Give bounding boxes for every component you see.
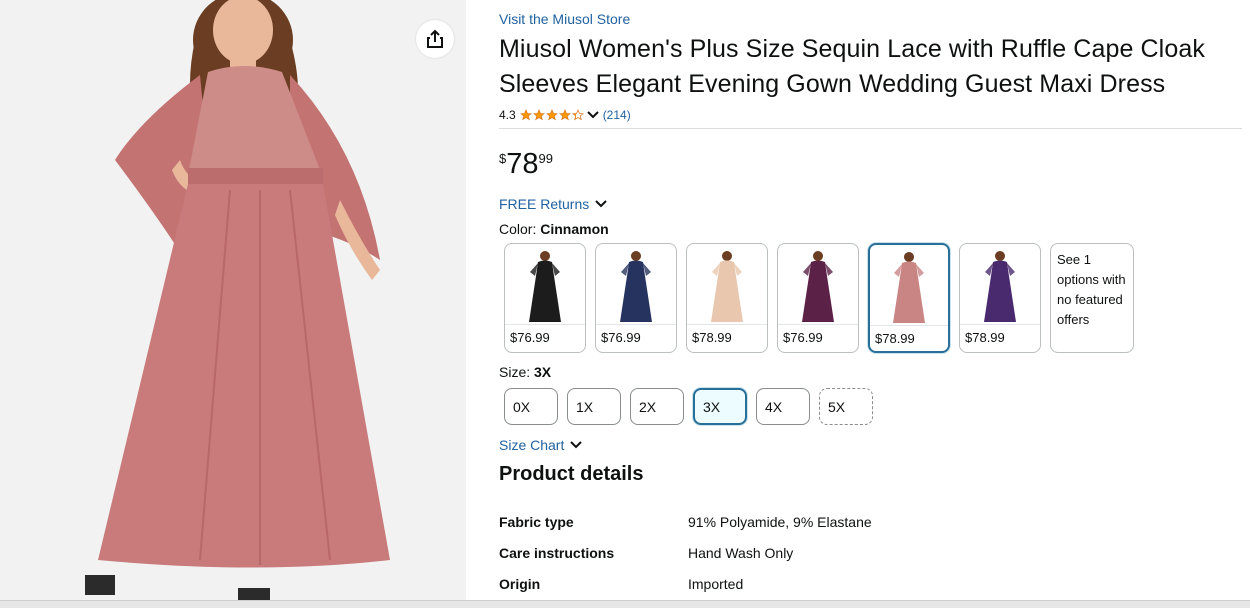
size-option-0x[interactable]: 0X (504, 388, 558, 425)
dress-thumbnail-icon (984, 251, 1016, 322)
size-chart-label: Size Chart (499, 437, 565, 453)
size-options: 0X 1X 2X 3X 4X 5X (504, 388, 882, 425)
detail-value: 91% Polyamide, 9% Elastane (688, 513, 872, 530)
rating-value: 4.3 (499, 108, 516, 122)
detail-value: Imported (688, 575, 744, 592)
free-returns-label: FREE Returns (499, 196, 590, 212)
star-rating[interactable] (519, 109, 585, 121)
swatch-thumbnail (870, 245, 948, 325)
dress-thumbnail-icon (620, 251, 652, 322)
size-option-5x[interactable]: 5X (819, 388, 873, 425)
chevron-down-icon (595, 200, 607, 208)
swatch-price: $76.99 (778, 324, 858, 352)
size-option-4x[interactable]: 4X (756, 388, 810, 425)
star-icon (571, 109, 584, 121)
divider (499, 128, 1242, 129)
swatch-thumbnail (505, 244, 585, 324)
dress-thumbnail-icon (893, 252, 925, 323)
product-details-table: Fabric type 91% Polyamide, 9% Elastane Car… (499, 506, 872, 599)
size-label: Size: 3X (499, 364, 551, 380)
share-icon (427, 29, 443, 48)
product-image-panel[interactable] (0, 0, 466, 608)
price-symbol: $ (499, 151, 507, 166)
product-image (85, 0, 390, 600)
swatch-thumbnail (778, 244, 858, 324)
swatch-price: $76.99 (596, 324, 676, 352)
rating-row[interactable]: 4.3 (214) (499, 106, 631, 124)
color-swatches: $76.99 $76.99 $78.99 $76.99 $78.99 $78.99 See … (504, 243, 1143, 353)
size-option-3x[interactable]: 3X (693, 388, 747, 425)
detail-row: Care instructions Hand Wash Only (499, 537, 872, 568)
free-returns-link[interactable]: FREE Returns (499, 196, 607, 212)
detail-row: Origin Imported (499, 568, 872, 599)
color-label: Color: Cinnamon (499, 221, 609, 237)
selected-size: 3X (534, 364, 552, 380)
ratings-count-link[interactable]: (214) (603, 108, 631, 122)
swatch-thumbnail (687, 244, 767, 324)
star-icon (532, 109, 545, 121)
color-swatch[interactable]: $76.99 (595, 243, 677, 353)
size-option-1x[interactable]: 1X (567, 388, 621, 425)
size-chart-link[interactable]: Size Chart (499, 437, 583, 453)
price-fraction: 99 (538, 151, 553, 166)
color-swatch[interactable]: $78.99 (959, 243, 1041, 353)
price-whole: 78 (506, 148, 539, 180)
horizontal-scrollbar[interactable] (0, 600, 1250, 608)
size-label-text: Size: (499, 364, 531, 380)
swatch-price: $78.99 (960, 324, 1040, 352)
swatch-thumbnail (960, 244, 1040, 324)
size-option-2x[interactable]: 2X (630, 388, 684, 425)
swatch-price: $78.99 (687, 324, 767, 352)
star-icon (545, 109, 558, 121)
store-link[interactable]: Visit the Miusol Store (499, 11, 630, 27)
share-button[interactable] (416, 20, 454, 58)
star-icon (519, 109, 532, 121)
detail-key: Care instructions (499, 544, 615, 561)
color-swatch[interactable]: $78.99 (868, 243, 950, 353)
swatch-price: $76.99 (505, 324, 585, 352)
swatch-thumbnail (596, 244, 676, 324)
price: $ 78 99 (499, 146, 553, 182)
chevron-down-icon (570, 441, 583, 449)
dress-thumbnail-icon (711, 251, 743, 322)
detail-row: Fabric type 91% Polyamide, 9% Elastane (499, 506, 872, 537)
detail-key: Fabric type (499, 513, 574, 530)
color-swatch[interactable]: $76.99 (504, 243, 586, 353)
detail-value: Hand Wash Only (688, 544, 794, 561)
selected-color: Cinnamon (540, 221, 609, 237)
color-label-text: Color: (499, 221, 537, 237)
star-icon (558, 109, 571, 121)
product-details-heading: Product details (499, 463, 644, 485)
dress-thumbnail-icon (802, 251, 834, 322)
color-swatch[interactable]: $78.99 (686, 243, 768, 353)
see-more-options[interactable]: See 1 options with no featured offers (1050, 243, 1134, 353)
product-title: Miusol Women's Plus Size Sequin Lace wit… (499, 35, 1205, 98)
swatch-price: $78.99 (870, 325, 948, 351)
chevron-down-icon[interactable] (586, 111, 599, 119)
detail-key: Origin (499, 575, 541, 592)
dress-thumbnail-icon (529, 251, 561, 322)
color-swatch[interactable]: $76.99 (777, 243, 859, 353)
